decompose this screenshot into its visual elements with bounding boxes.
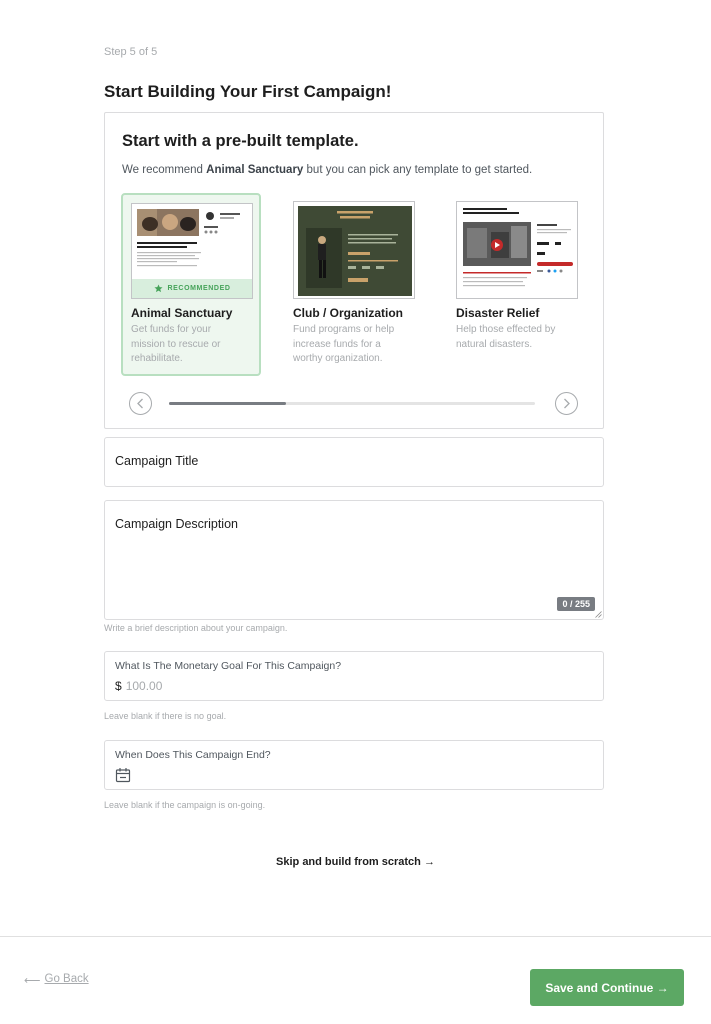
step-indicator: Step 5 of 5 [104,46,158,58]
disaster-thumbnail-image [457,202,577,298]
campaign-description-placeholder: Campaign Description [115,517,238,531]
template-picker: Start with a pre-built template. We reco… [104,112,604,429]
template-heading: Start with a pre-built template. [122,132,359,150]
campaign-title-input[interactable]: Campaign Title [104,437,604,487]
footer-divider [0,936,711,937]
template-name: Club / Organization [293,306,403,320]
carousel-prev-button[interactable] [129,392,152,415]
description-hint: Write a brief description about your cam… [104,623,288,633]
go-back-link[interactable]: ⟵ Go Back [24,973,89,987]
campaign-description-textarea[interactable]: Campaign Description 0 / 255 [104,500,604,620]
template-disaster-relief[interactable]: Disaster Relief Help those effected by n… [454,193,594,376]
template-description: Fund programs or help increase funds for… [293,324,395,364]
character-counter: 0 / 255 [557,597,595,611]
template-sub-highlight: Animal Sanctuary [206,164,304,176]
goal-input-row[interactable]: $ 100.00 [115,679,162,693]
club-thumbnail-image [294,202,414,298]
template-thumbnail-disaster [456,201,578,299]
currency-symbol: $ [115,679,122,693]
template-name: Animal Sanctuary [131,306,233,320]
chevron-right-icon [564,398,570,409]
end-date-label: When Does This Campaign End? [115,749,271,761]
page-title: Start Building Your First Campaign! [104,82,392,101]
resize-grip-icon[interactable] [595,611,602,618]
monetary-goal-field[interactable]: What Is The Monetary Goal For This Campa… [104,651,604,701]
template-sub-prefix: We recommend [122,164,203,176]
carousel-next-button[interactable] [555,392,578,415]
recommended-label: RECOMMENDED [167,285,231,292]
template-animal-sanctuary[interactable]: RECOMMENDED Animal Sanctuary Get funds f… [121,193,261,376]
template-subheading: We recommend Animal Sanctuary but you ca… [122,164,532,176]
goal-amount-input[interactable]: 100.00 [126,679,163,693]
template-description: Help those effected by natural disasters… [456,324,556,350]
template-thumbnail-club [293,201,415,299]
calendar-icon[interactable] [115,767,131,783]
template-thumbnail-animal: RECOMMENDED [131,203,253,299]
star-icon [153,284,163,293]
template-description: Get funds for your mission to rescue or … [131,324,221,364]
campaign-title-placeholder: Campaign Title [115,454,199,468]
back-arrow-icon: ⟵ [24,975,41,987]
template-name: Disaster Relief [456,306,540,320]
carousel-scrollbar[interactable] [169,402,535,405]
end-date-hint: Leave blank if the campaign is on-going. [104,800,266,810]
goal-hint: Leave blank if there is no goal. [104,711,227,721]
go-back-label: Go Back [44,973,89,985]
skip-build-from-scratch-link[interactable]: Skip and build from scratch → [0,856,711,868]
goal-label: What Is The Monetary Goal For This Campa… [115,660,342,672]
save-and-continue-button[interactable]: Save and Continue → [530,969,684,1006]
template-club-organization[interactable]: Club / Organization Fund programs or hel… [291,193,431,376]
carousel-scroll-thumb[interactable] [169,402,287,405]
recommended-badge: RECOMMENDED [132,279,252,298]
end-date-field[interactable]: When Does This Campaign End? [104,740,604,790]
template-sub-suffix: but you can pick any template to get sta… [306,164,533,176]
chevron-left-icon [137,398,143,409]
